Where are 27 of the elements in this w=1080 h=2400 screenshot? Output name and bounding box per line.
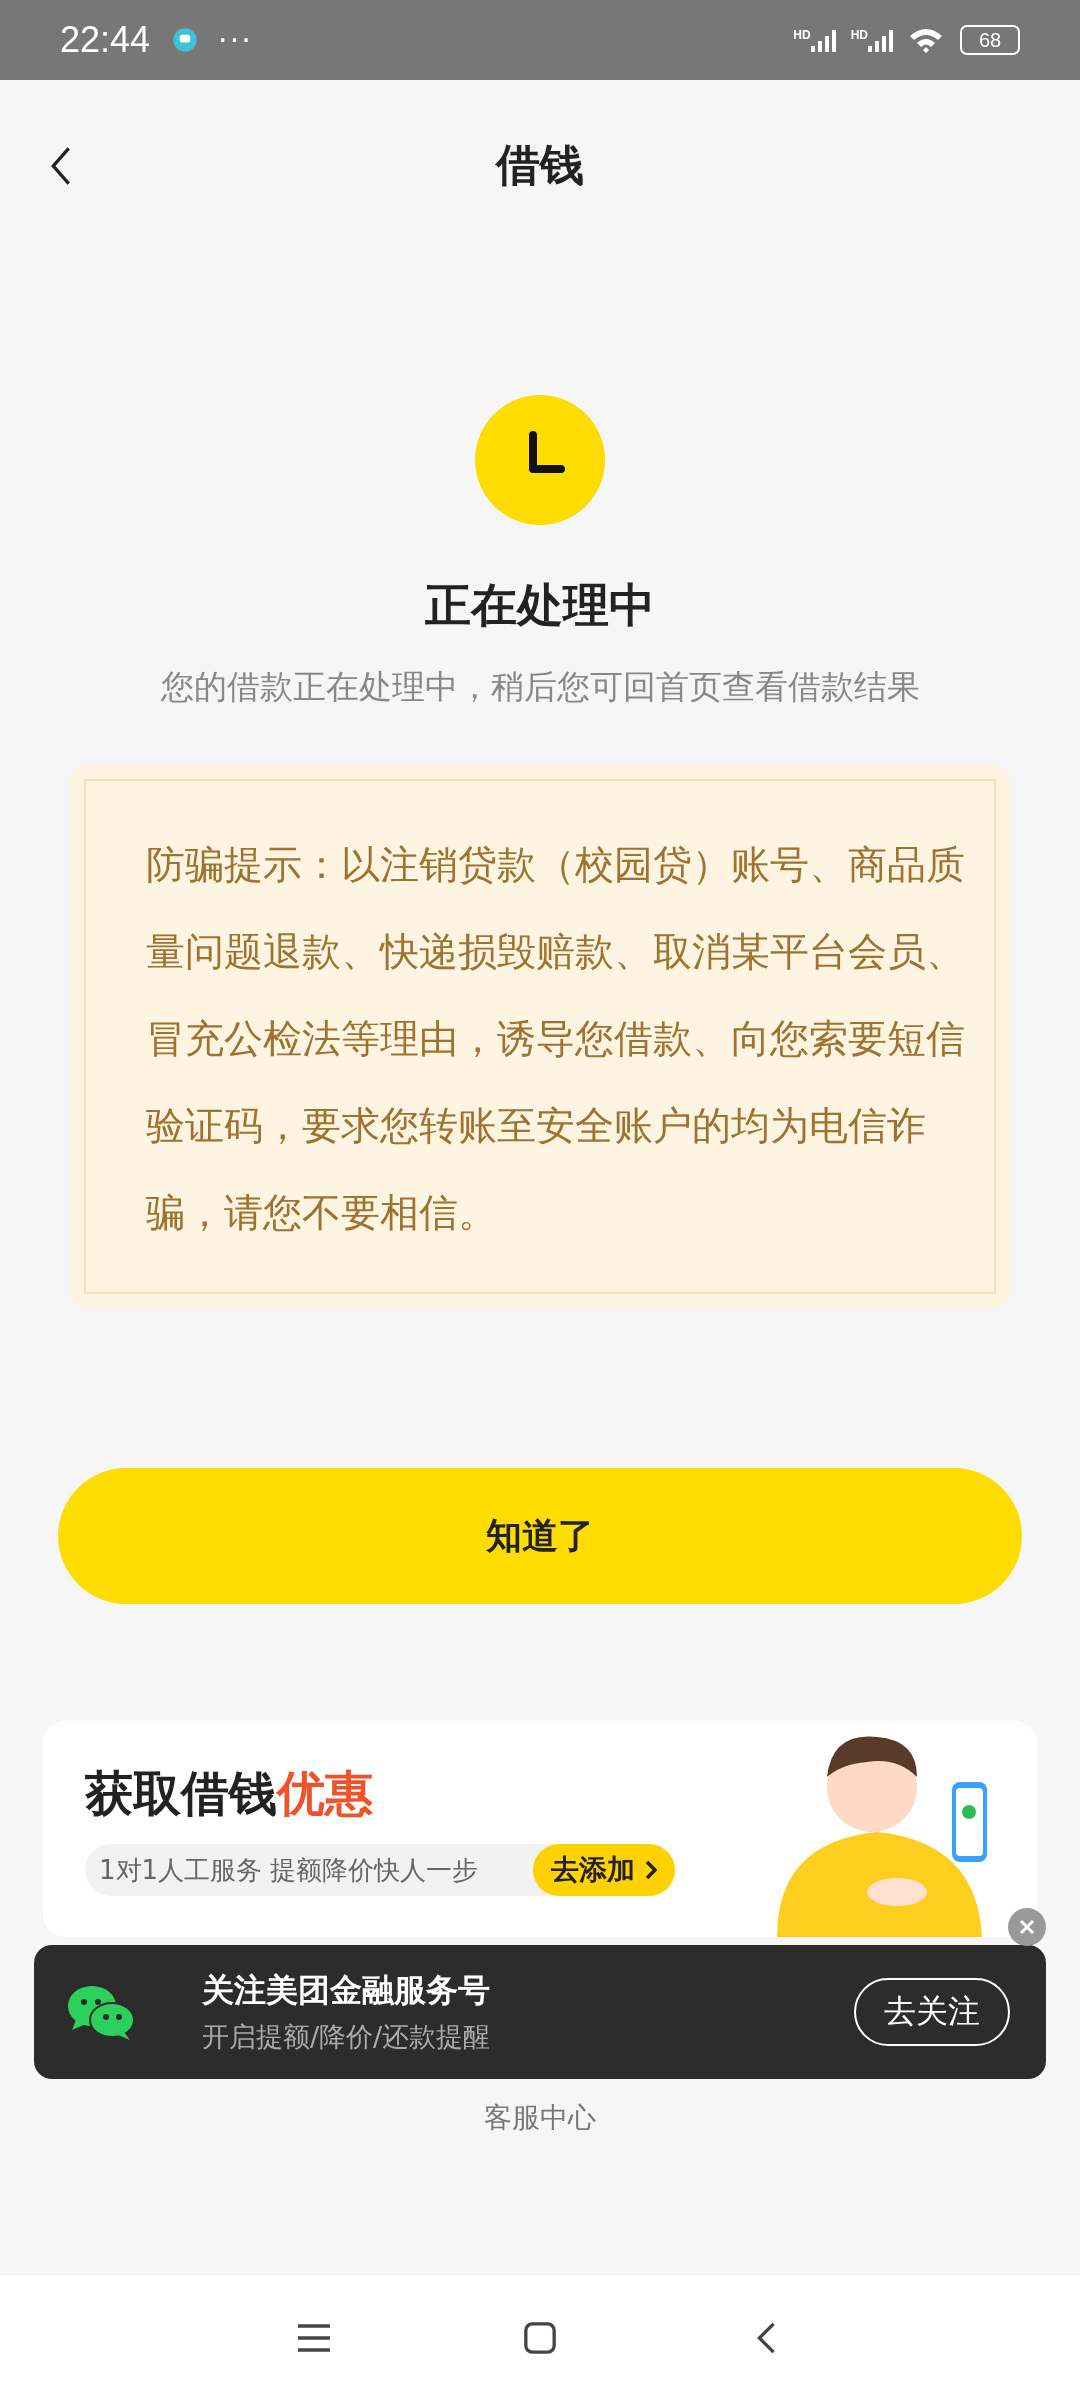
add-button[interactable]: 去添加 bbox=[533, 1844, 675, 1896]
promo-tagline: 1对1人工服务 提额降价快人一步 bbox=[98, 1853, 480, 1887]
promo-banner[interactable]: 获取借钱优惠 1对1人工服务 提额降价快人一步 去添加 bbox=[43, 1721, 1037, 1937]
more-notifications: ··· bbox=[218, 22, 253, 58]
chat-bubbles-icon bbox=[66, 1984, 136, 2040]
network-type-label: HD bbox=[850, 28, 868, 42]
app-notification-icon bbox=[172, 27, 199, 53]
promo-title: 获取借钱优惠 bbox=[85, 1764, 374, 1823]
customer-service-link[interactable]: 客服中心 bbox=[484, 2099, 596, 2137]
chevron-right-icon bbox=[645, 1860, 657, 1880]
clock-icon bbox=[475, 395, 605, 525]
fraud-warning-text: 防骗提示：以注销贷款（校园贷）账号、商品质量问题退款、快递损毁赔款、取消某平台会员、冒充公检法等理由，诱导您借款、向您索要短信验证码，要求您转账至安全账户的均为电信诈骗，请您不要相信。 bbox=[146, 841, 966, 1237]
page-title: 借钱 bbox=[496, 137, 584, 192]
confirm-button[interactable]: 知道了 bbox=[58, 1468, 1022, 1604]
battery-icon: 68 bbox=[960, 25, 1020, 55]
wifi-icon bbox=[908, 26, 944, 54]
close-button[interactable] bbox=[1008, 1908, 1046, 1946]
toast-subtitle: 开启提额/降价/还款提醒 bbox=[202, 2020, 491, 2054]
back-icon[interactable] bbox=[50, 146, 72, 186]
follow-button[interactable]: 去关注 bbox=[854, 1978, 1010, 2046]
toast-title: 关注美团金融服务号 bbox=[202, 1970, 491, 2011]
close-icon bbox=[1017, 1917, 1037, 1937]
status-title: 正在处理中 bbox=[425, 577, 655, 634]
clock-time: 22:44 bbox=[60, 19, 151, 61]
home-icon[interactable] bbox=[522, 2320, 558, 2355]
status-description: 您的借款正在处理中，稍后您可回首页查看借款结果 bbox=[160, 666, 920, 708]
network-type-label: HD bbox=[793, 28, 811, 42]
